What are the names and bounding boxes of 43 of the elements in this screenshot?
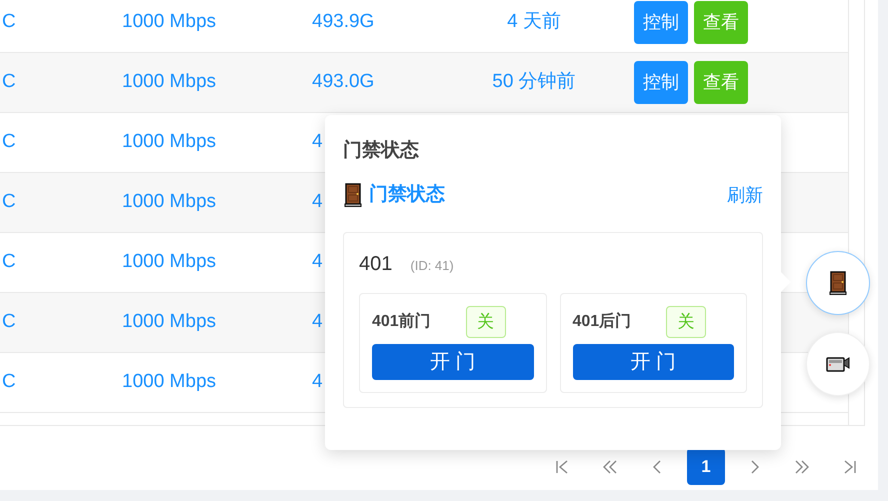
- section-title: 门禁状态: [369, 182, 445, 207]
- view-button[interactable]: 查看: [694, 61, 748, 104]
- view-button[interactable]: 查看: [694, 1, 748, 44]
- open-door-button[interactable]: 开 门: [372, 344, 534, 380]
- double-left-icon[interactable]: [601, 458, 619, 476]
- table-cell: 1000 Mbps: [122, 191, 216, 212]
- table-cell: C: [2, 311, 16, 332]
- table-cell: 493.0G: [312, 71, 374, 92]
- table-cell: C: [2, 191, 16, 212]
- control-button[interactable]: 控制: [634, 61, 688, 104]
- status-tag: 关: [666, 306, 706, 338]
- table-cell: 1000 Mbps: [122, 11, 216, 32]
- table-cell: 4: [312, 131, 323, 152]
- table-cell: 493.9G: [312, 11, 374, 32]
- door-icon: [343, 183, 363, 208]
- table-cell: 4: [312, 311, 323, 332]
- door-name: 401后门: [572, 311, 632, 332]
- control-button[interactable]: 控制: [634, 1, 688, 44]
- table-cell: 4: [312, 251, 323, 272]
- refresh-link[interactable]: 刷新: [727, 182, 763, 209]
- table-cell-text: 50 分钟前: [492, 70, 576, 94]
- status-tag: 关: [466, 306, 506, 338]
- popover-title: 门禁状态: [343, 138, 419, 163]
- room-id: (ID: 41): [410, 256, 454, 275]
- page-button[interactable]: 1: [687, 448, 725, 485]
- open-door-button[interactable]: 开 门: [572, 344, 734, 380]
- table-cell: C: [2, 71, 16, 92]
- table-cell: 1000 Mbps: [122, 71, 216, 92]
- table-cell: 1000 Mbps: [122, 131, 216, 152]
- table-cell-text: 4 天前: [507, 10, 561, 34]
- table-cell: 4: [312, 191, 323, 212]
- table-cell: C: [2, 371, 16, 392]
- table-cell: C: [2, 131, 16, 152]
- table-cell: C: [2, 251, 16, 272]
- table-cell: C: [2, 11, 16, 32]
- table-cell: 1000 Mbps: [122, 251, 216, 272]
- door-name: 401前门: [372, 311, 431, 332]
- room-name: 401: [359, 252, 392, 276]
- table-cell: 1000 Mbps: [122, 371, 216, 392]
- door-icon: [828, 270, 848, 296]
- table-cell: 4: [312, 371, 323, 392]
- double-right-icon[interactable]: [793, 458, 811, 476]
- table-cell: 1000 Mbps: [122, 311, 216, 332]
